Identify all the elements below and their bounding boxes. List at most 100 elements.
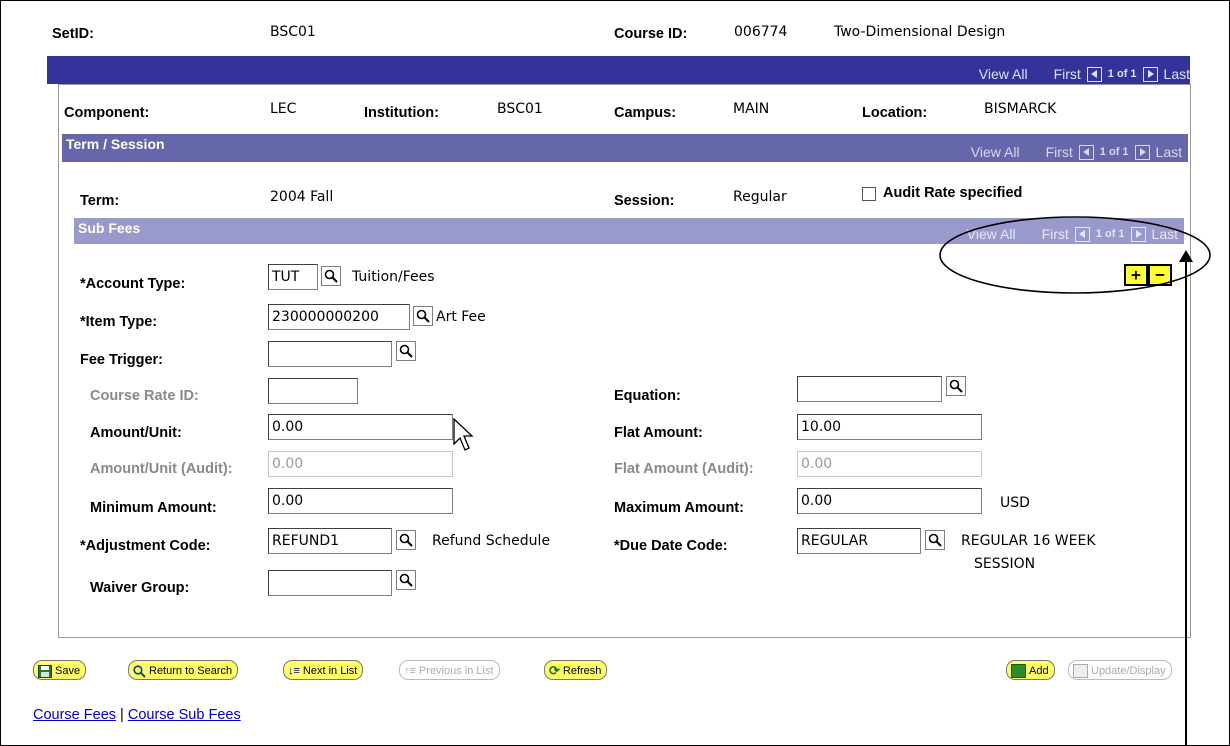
term-label: Term:	[80, 193, 120, 209]
account-type-lookup-button[interactable]	[321, 266, 341, 286]
term-prev-arrow-icon[interactable]	[1078, 144, 1094, 160]
course-id-value: 006774	[734, 24, 788, 40]
amount-unit-audit-label: Amount/Unit (Audit):	[90, 461, 233, 477]
previous-in-list-button: ↑≡ Previous in List	[399, 660, 500, 680]
search-icon	[928, 533, 942, 547]
item-type-input[interactable]: 230000000200	[268, 304, 410, 330]
term-next-arrow-icon[interactable]	[1134, 144, 1150, 160]
view-all-link[interactable]: View All	[979, 66, 1028, 82]
add-label: Add	[1029, 665, 1049, 677]
search-icon	[133, 664, 146, 678]
location-value: BISMARCK	[984, 101, 1057, 117]
update-display-icon	[1073, 664, 1088, 678]
account-type-description: Tuition/Fees	[352, 269, 435, 285]
search-icon	[399, 344, 413, 358]
course-sub-fees-link[interactable]: Course Sub Fees	[128, 707, 241, 723]
adjustment-code-input[interactable]: REFUND1	[268, 528, 392, 554]
institution-label: Institution:	[364, 105, 439, 121]
refresh-icon: ⟳	[549, 663, 560, 678]
term-first-link[interactable]: First	[1046, 144, 1073, 160]
sub-fees-title: Sub Fees	[78, 220, 141, 236]
course-fees-link[interactable]: Course Fees	[33, 707, 116, 723]
due-date-code-lookup-button[interactable]	[925, 530, 945, 550]
course-title: Two-Dimensional Design	[834, 24, 1006, 40]
maximum-amount-input[interactable]: 0.00	[797, 488, 982, 514]
footer-link-separator: |	[120, 707, 124, 723]
course-rate-id-label: Course Rate ID:	[90, 388, 199, 404]
term-row-counter: 1 of 1	[1099, 146, 1129, 158]
update-display-label: Update/Display	[1091, 665, 1166, 677]
due-date-code-label: *Due Date Code:	[614, 538, 728, 554]
course-section-box	[58, 84, 1191, 638]
adjustment-code-label: *Adjustment Code:	[80, 538, 211, 554]
component-label: Component:	[64, 105, 150, 121]
search-icon	[416, 309, 430, 323]
account-type-label: *Account Type:	[80, 276, 186, 292]
last-link[interactable]: Last	[1164, 66, 1190, 82]
item-type-label: *Item Type:	[80, 314, 158, 330]
add-button[interactable]: Add	[1006, 660, 1055, 680]
equation-input[interactable]	[797, 376, 942, 402]
fee-trigger-input[interactable]	[268, 341, 392, 367]
equation-label: Equation:	[614, 388, 681, 404]
campus-label: Campus:	[614, 105, 677, 121]
search-icon	[399, 533, 413, 547]
prev-arrow-icon[interactable]	[1086, 66, 1102, 82]
add-icon	[1011, 664, 1026, 678]
return-to-search-label: Return to Search	[149, 665, 233, 677]
search-icon	[949, 379, 963, 393]
fee-trigger-lookup-button[interactable]	[396, 341, 416, 361]
mouse-cursor-icon	[453, 418, 474, 451]
term-view-all-link[interactable]: View All	[971, 144, 1020, 160]
setid-label: SetID:	[52, 26, 94, 42]
adjustment-code-description: Refund Schedule	[432, 533, 551, 549]
minimum-amount-input[interactable]: 0.00	[268, 488, 453, 514]
refresh-button[interactable]: ⟳ Refresh	[544, 660, 608, 680]
previous-list-icon: ↑≡	[404, 665, 416, 677]
item-type-lookup-button[interactable]	[413, 306, 433, 326]
amount-unit-audit-input: 0.00	[268, 451, 453, 477]
waiver-group-input[interactable]	[268, 570, 392, 596]
first-link[interactable]: First	[1054, 66, 1081, 82]
term-last-link[interactable]: Last	[1156, 144, 1182, 160]
audit-rate-checkbox[interactable]	[862, 187, 876, 201]
flat-amount-audit-input: 0.00	[797, 451, 982, 477]
save-label: Save	[55, 665, 81, 677]
course-id-label: Course ID:	[614, 26, 688, 42]
next-list-icon: ↓≡	[288, 665, 300, 677]
term-session-title: Term / Session	[66, 136, 165, 152]
due-date-description-line2: SESSION	[974, 556, 1036, 572]
term-value: 2004 Fall	[270, 189, 334, 205]
maximum-amount-label: Maximum Amount:	[614, 500, 744, 516]
equation-lookup-button[interactable]	[946, 376, 966, 396]
annotation-arrow	[1179, 250, 1193, 746]
next-in-list-label: Next in List	[302, 665, 358, 677]
previous-in-list-label: Previous in List	[418, 665, 494, 677]
due-date-description-line1: REGULAR 16 WEEK	[961, 533, 1096, 549]
amount-unit-input[interactable]: 0.00	[268, 414, 453, 440]
update-display-button: Update/Display	[1068, 660, 1172, 680]
institution-value: BSC01	[497, 101, 543, 117]
component-value: LEC	[270, 101, 297, 117]
adjustment-code-lookup-button[interactable]	[396, 530, 416, 550]
save-button[interactable]: Save	[33, 660, 87, 680]
waiver-group-lookup-button[interactable]	[396, 570, 416, 590]
account-type-input[interactable]: TUT	[268, 264, 318, 290]
session-label: Session:	[614, 193, 675, 209]
save-icon	[38, 664, 52, 678]
waiver-group-label: Waiver Group:	[90, 580, 190, 596]
next-arrow-icon[interactable]	[1142, 66, 1158, 82]
refresh-label: Refresh	[562, 665, 602, 677]
item-type-description: Art Fee	[436, 309, 486, 325]
session-value: Regular	[733, 189, 787, 205]
due-date-code-input[interactable]: REGULAR	[797, 528, 921, 554]
next-in-list-button[interactable]: ↓≡ Next in List	[283, 660, 364, 680]
flat-amount-input[interactable]: 10.00	[797, 414, 982, 440]
footer-links: Course Fees | Course Sub Fees	[33, 707, 241, 723]
fee-trigger-label: Fee Trigger:	[80, 352, 163, 368]
flat-amount-label: Flat Amount:	[614, 425, 703, 441]
return-to-search-button[interactable]: Return to Search	[128, 660, 239, 680]
search-icon	[324, 269, 338, 283]
location-label: Location:	[862, 105, 928, 121]
course-rate-id-input[interactable]	[268, 378, 358, 404]
